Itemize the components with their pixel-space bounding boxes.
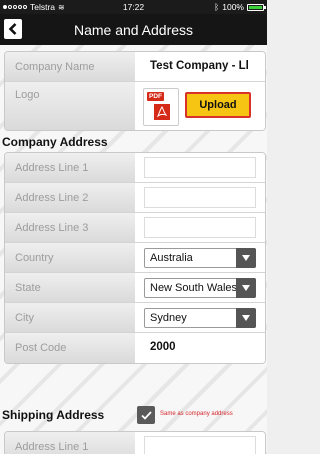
check-icon — [140, 410, 152, 420]
address-line-1-field[interactable] — [144, 157, 256, 178]
address-line-3-label: Address Line 3 — [15, 222, 89, 234]
form-content[interactable]: Company Name Test Company - Ll Logo PDF … — [0, 45, 267, 454]
logo-row: Logo PDF Upload — [5, 82, 265, 130]
address-line-3-row: Address Line 3 — [5, 213, 265, 243]
city-row: City Sydney — [5, 303, 265, 333]
post-code-label: Post Code — [15, 342, 67, 354]
shipping-address-header: Shipping Address Same as company address — [2, 406, 266, 426]
address-line-1-label: Address Line 1 — [15, 162, 89, 174]
company-address-title: Company Address — [2, 135, 108, 149]
state-row: State New South Wales — [5, 273, 265, 303]
address-line-2-row: Address Line 2 — [5, 183, 265, 213]
address-line-2-label: Address Line 2 — [15, 192, 89, 204]
shipping-address-line-1-row: Address Line 1 — [5, 432, 265, 454]
state-select[interactable]: New South Wales — [144, 278, 256, 298]
navigation-bar: Name and Address — [0, 14, 267, 45]
state-label: State — [15, 282, 41, 294]
battery-percent: 100% — [222, 2, 244, 12]
upload-button[interactable]: Upload — [185, 92, 251, 118]
state-value: New South Wales — [150, 282, 238, 294]
chevron-down-icon[interactable] — [236, 278, 256, 298]
company-name-label: Company Name — [15, 61, 95, 73]
address-line-3-field[interactable] — [144, 217, 256, 238]
logo-label: Logo — [15, 89, 40, 101]
country-row: Country Australia — [5, 243, 265, 273]
battery-info: ᛒ 100% — [214, 2, 266, 12]
company-address-card: Address Line 1 Address Line 2 Address Li… — [4, 152, 266, 364]
city-value: Sydney — [150, 312, 187, 324]
page-title: Name and Address — [73, 22, 194, 38]
shipping-address-line-1-field[interactable] — [144, 436, 256, 454]
country-select[interactable]: Australia — [144, 248, 256, 268]
chevron-down-icon[interactable] — [236, 248, 256, 268]
post-code-row: Post Code 2000 — [5, 333, 265, 363]
pdf-icon — [154, 104, 170, 120]
company-name-field[interactable]: Test Company - Ll — [144, 56, 256, 77]
post-code-field[interactable]: 2000 — [144, 337, 256, 358]
city-select[interactable]: Sydney — [144, 308, 256, 328]
logo-preview[interactable]: PDF — [143, 88, 179, 126]
shipping-address-line-1-label: Address Line 1 — [15, 441, 89, 453]
chevron-down-icon[interactable] — [236, 308, 256, 328]
same-as-company-checkbox[interactable] — [137, 406, 155, 424]
shipping-address-card: Address Line 1 — [4, 431, 266, 454]
city-label: City — [15, 312, 34, 324]
address-line-1-row: Address Line 1 — [5, 153, 265, 183]
same-as-company-label[interactable]: Same as company address — [160, 411, 233, 417]
status-bar: Telstra ≋ 17:22 ᛒ 100% — [0, 0, 267, 14]
company-card: Company Name Test Company - Ll Logo PDF … — [4, 51, 266, 131]
company-name-row: Company Name Test Company - Ll — [5, 52, 265, 82]
country-value: Australia — [150, 252, 193, 264]
pdf-tag: PDF — [147, 92, 164, 101]
shipping-address-title: Shipping Address — [2, 408, 105, 422]
country-label: Country — [15, 252, 54, 264]
address-line-2-field[interactable] — [144, 187, 256, 208]
bluetooth-icon: ᛒ — [214, 2, 220, 12]
battery-icon — [247, 3, 266, 11]
